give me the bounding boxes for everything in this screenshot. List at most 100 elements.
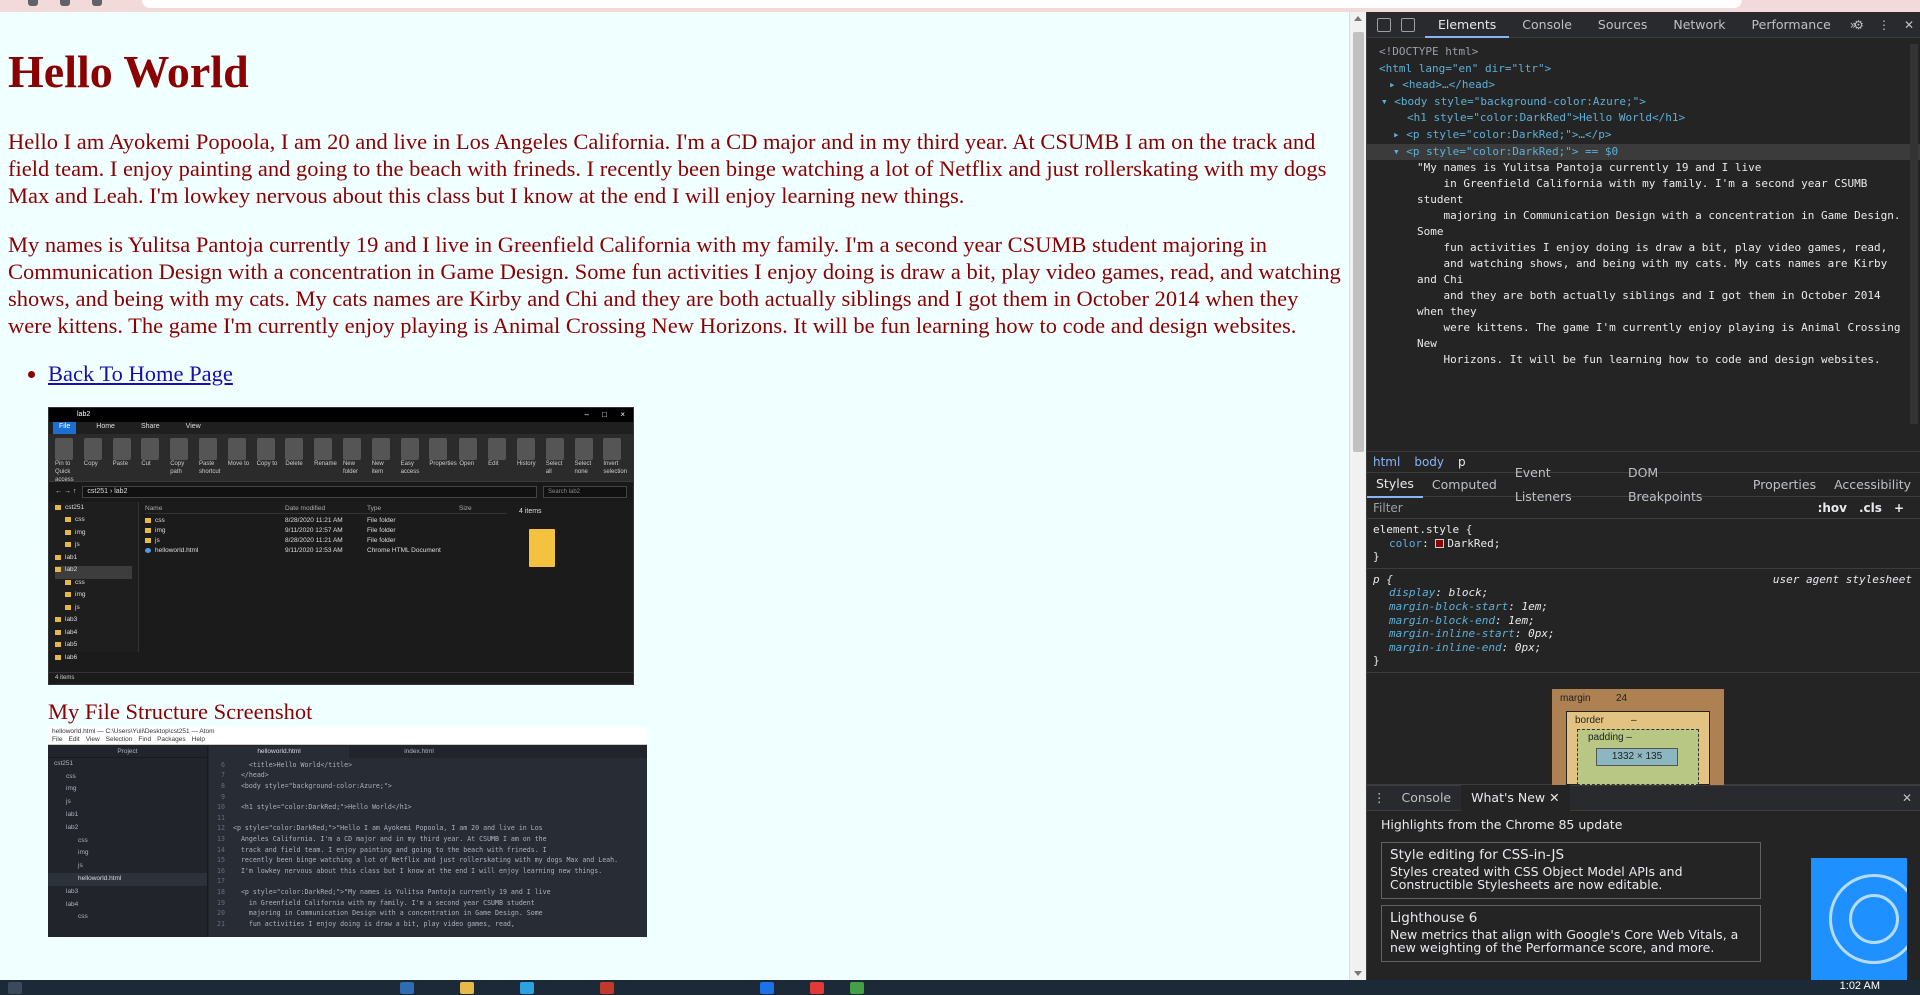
tab-elements[interactable]: Elements <box>1425 12 1510 38</box>
file-date: 8/28/2020 11:21 AM <box>285 537 343 545</box>
cls-toggle[interactable]: .cls <box>1859 501 1882 515</box>
dom-text-node[interactable]: "My names is Yulitsa Pantoja currently 1… <box>1367 160 1920 368</box>
ribbon-command-label: Select none <box>574 460 592 475</box>
ribbon-command-label: Copy path <box>170 460 185 475</box>
taskbar: 1:02 AM <box>0 980 1920 995</box>
scroll-up-icon[interactable] <box>1354 16 1362 21</box>
box-content[interactable]: 1332 × 135 <box>1596 747 1678 766</box>
tab-properties[interactable]: Properties <box>1744 473 1825 497</box>
dom-p1-node[interactable]: ▸ <p style="color:DarkRed;">…</p> <box>1367 127 1920 144</box>
ribbon-command-label: New folder <box>342 460 358 475</box>
file-type: Chrome HTML Document <box>367 547 441 555</box>
code-line: 19 in Greenfield California with my fami… <box>209 898 647 909</box>
more-options-icon[interactable]: ⋮ <box>1878 12 1890 38</box>
box-padding[interactable]: padding – 1332 × 135 <box>1577 728 1699 785</box>
rule-property[interactable]: margin-inline-end: 0px; <box>1373 641 1914 655</box>
ribbon-command-label: Select all <box>545 460 563 475</box>
ribbon-tab-view: View <box>185 422 201 430</box>
tab-accessibility[interactable]: Accessibility <box>1825 473 1920 497</box>
dom-scrollbar[interactable] <box>1910 44 1918 424</box>
ribbon-command: Open <box>459 437 482 477</box>
dom-html-node[interactable]: <html lang="en" dir="ltr"> <box>1367 61 1920 78</box>
inspect-element-icon[interactable] <box>1377 17 1391 32</box>
rule-property[interactable]: margin-inline-start: 0px; <box>1373 627 1914 641</box>
element-style-rule: element.style { color: DarkRed; } <box>1367 519 1920 569</box>
taskbar-app-icon[interactable] <box>850 982 864 994</box>
ribbon-command-icon <box>112 437 131 460</box>
ribbon-command-label: Pin to Quick access <box>55 460 74 483</box>
breadcrumb-body[interactable]: body <box>1414 452 1444 472</box>
dom-doctype[interactable]: <!DOCTYPE html> <box>1367 44 1920 61</box>
rule-property[interactable]: color: DarkRed; <box>1373 537 1914 551</box>
file-name: css <box>145 517 285 524</box>
dom-h1-node[interactable]: <h1 style="color:DarkRed">Hello World</h… <box>1367 110 1920 127</box>
rule-property[interactable]: display: block; <box>1373 586 1914 600</box>
breadcrumb-html[interactable]: html <box>1373 452 1400 472</box>
ribbon-command-label: Properties <box>429 460 457 467</box>
home-icon[interactable] <box>92 0 102 6</box>
css-rules: element.style { color: DarkRed; } p { us… <box>1367 519 1920 673</box>
box-margin[interactable]: margin 24 border – padding – 1332 × 135 <box>1552 688 1724 785</box>
tab-console[interactable]: Console <box>1509 12 1585 38</box>
ribbon-command-icon <box>371 437 390 460</box>
ribbon-command-label: Edit <box>488 460 499 467</box>
rule-selector[interactable]: element.style { <box>1373 523 1914 537</box>
ribbon-command-icon <box>342 437 361 460</box>
whats-new-card[interactable]: Lighthouse 6 New metrics that align with… <box>1381 904 1761 962</box>
drawer-tab-console[interactable]: Console <box>1392 785 1462 811</box>
line-number: 19 <box>217 898 225 907</box>
nav-folder-item: lab4 <box>55 629 132 642</box>
drawer-menu-icon[interactable]: ⋮ <box>1367 785 1392 811</box>
explorer-address: cst251 › lab2 <box>82 485 537 498</box>
code-line: 18 <p style="color:DarkRed;">"My names i… <box>209 887 647 898</box>
close-tab-icon: ✕ <box>1549 789 1560 805</box>
file-type: File folder <box>367 517 396 525</box>
add-rule-icon[interactable]: + <box>1894 501 1904 515</box>
code-text: <p style="color:DarkRed;">"My names is Y… <box>233 888 551 897</box>
tab-performance[interactable]: Performance <box>1739 12 1844 38</box>
close-drawer-icon[interactable]: ✕ <box>1902 791 1912 805</box>
breadcrumb-p[interactable]: p <box>1458 452 1466 472</box>
tab-styles[interactable]: Styles <box>1367 472 1423 498</box>
rule-properties: display: block; margin-block-start: 1em; m… <box>1373 586 1914 654</box>
dom-head-node[interactable]: ▸ <head>…</head> <box>1367 77 1920 94</box>
atom-menu-item: Find <box>138 735 152 743</box>
explorer-preview-pane: 4 items <box>513 502 633 652</box>
back-to-home-link[interactable]: Back To Home Page <box>48 361 233 386</box>
whats-new-card[interactable]: Style editing for CSS-in-JS Styles creat… <box>1381 841 1761 899</box>
start-icon[interactable] <box>8 982 22 994</box>
hov-toggle[interactable]: :hov <box>1818 501 1847 515</box>
tab-computed[interactable]: Computed <box>1423 473 1506 497</box>
close-devtools-icon[interactable]: ✕ <box>1904 12 1914 38</box>
ribbon-command: Copy <box>83 437 107 477</box>
code-line: 7 </head> <box>209 770 647 781</box>
scroll-down-icon[interactable] <box>1354 971 1362 976</box>
device-toolbar-icon[interactable] <box>1401 17 1415 32</box>
dom-p2-node-selected[interactable]: ▾ <p style="color:DarkRed;"> == $0 <box>1367 143 1920 161</box>
box-border[interactable]: border – padding – 1332 × 135 <box>1566 710 1710 785</box>
scrollbar-thumb[interactable] <box>1353 32 1364 452</box>
back-icon[interactable] <box>28 0 38 6</box>
tab-network[interactable]: Network <box>1660 12 1738 38</box>
taskbar-app-icon[interactable] <box>810 982 824 994</box>
tab-sources[interactable]: Sources <box>1585 12 1660 38</box>
property-name: display <box>1389 586 1436 600</box>
ribbon-command-label: Invert selection <box>603 460 628 475</box>
settings-gear-icon[interactable]: ⚙ <box>1853 12 1864 38</box>
rule-property[interactable]: margin-block-start: 1em; <box>1373 600 1914 614</box>
drawer-tab-whats-new[interactable]: What's New ✕ <box>1461 784 1570 811</box>
taskbar-app-icon[interactable] <box>520 982 534 994</box>
taskbar-app-icon[interactable] <box>400 982 414 994</box>
taskbar-app-icon[interactable] <box>760 982 774 994</box>
atom-menu-item: Edit <box>68 735 80 743</box>
filter-placeholder[interactable]: Filter <box>1373 501 1403 515</box>
dom-body-node[interactable]: ▾ <body style="background-color:Azure;"> <box>1367 94 1920 111</box>
card-description: New metrics that align with Google's Cor… <box>1390 926 1739 956</box>
reload-icon[interactable] <box>60 0 70 6</box>
page-scrollbar[interactable] <box>1349 12 1366 980</box>
styles-filter[interactable]: Filter :hov .cls + <box>1367 497 1920 519</box>
chrome-icon[interactable] <box>600 982 614 994</box>
address-bar[interactable] <box>142 0 1742 8</box>
rule-property[interactable]: margin-block-end: 1em; <box>1373 614 1914 628</box>
folder-icon[interactable] <box>460 982 474 994</box>
